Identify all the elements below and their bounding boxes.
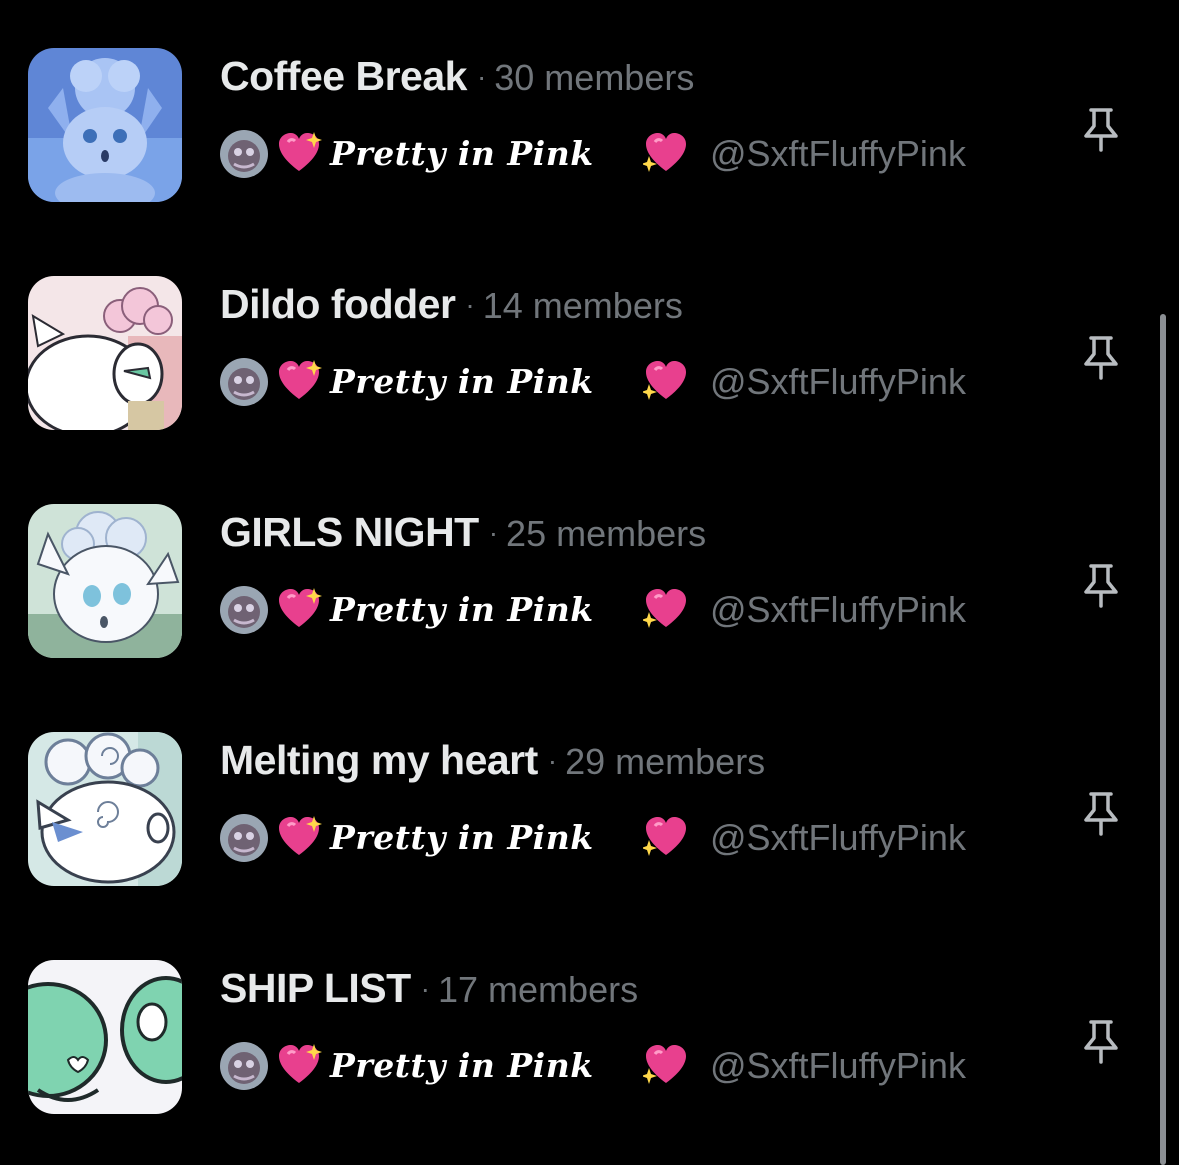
owner-handle: @SxftFluffyPink: [710, 1045, 966, 1086]
fluffy-pokemon-blue-photo-icon: [28, 48, 182, 202]
owner-handle: @SxftFluffyPink: [710, 817, 966, 858]
pin-icon[interactable]: [1080, 106, 1122, 152]
owner-display-name: Pretty in Pink: [330, 134, 594, 173]
sparkling-heart-icon: [279, 1044, 322, 1083]
owner-display-name: Pretty in Pink: [330, 590, 594, 629]
list-title-line: Dildo fodder · 14 members: [220, 280, 683, 338]
list-name: Melting my heart: [220, 737, 538, 783]
owner-avatar-icon: [220, 358, 268, 406]
member-count: 25 members: [506, 513, 707, 554]
sparkling-heart-icon: [643, 133, 686, 172]
list-name: SHIP LIST: [220, 965, 411, 1011]
owner-display-name: Pretty in Pink: [330, 1046, 594, 1085]
owner-handle: @SxftFluffyPink: [710, 589, 966, 630]
list-item-dildo-fodder[interactable]: Dildo fodder · 14 members Pretty in Pink @…: [0, 276, 1150, 446]
list-item-girls-night[interactable]: GIRLS NIGHT · 25 members Pretty in Pink @S…: [0, 504, 1150, 674]
fluffy-pokemon-pink-art-icon: [28, 276, 182, 430]
separator-dot: ·: [488, 517, 499, 548]
owner-avatar-icon: [220, 814, 268, 862]
list-title-line: SHIP LIST · 17 members: [220, 964, 638, 1022]
sparkling-heart-icon: [279, 816, 322, 855]
green-eyes-closeup-icon: [28, 960, 182, 1114]
list-title-line: Melting my heart · 29 members: [220, 736, 765, 794]
pin-icon[interactable]: [1080, 562, 1122, 608]
list-title-line: GIRLS NIGHT · 25 members: [220, 508, 706, 566]
member-count: 30 members: [494, 57, 695, 98]
owner-avatar-icon: [220, 130, 268, 178]
pin-icon[interactable]: [1080, 790, 1122, 836]
owner-display-name: Pretty in Pink: [330, 818, 594, 857]
sparkling-heart-icon: [643, 361, 686, 400]
list-item-coffee-break[interactable]: Coffee Break · 30 members Pretty in Pink @…: [0, 48, 1150, 218]
separator-dot: ·: [420, 973, 430, 1004]
separator-dot: ·: [547, 745, 558, 776]
lists-list: Coffee Break · 30 members Pretty in Pink @…: [0, 0, 1179, 1165]
owner-handle: @SxftFluffyPink: [710, 133, 966, 174]
owner-avatar-icon: [220, 1042, 268, 1090]
list-name: Dildo fodder: [220, 281, 456, 327]
member-count: 29 members: [565, 741, 766, 782]
list-item-melting-my-heart[interactable]: Melting my heart · 29 members Pretty in Pi…: [0, 732, 1150, 902]
fluffy-pokemon-white-art-icon: [28, 504, 182, 658]
sparkling-heart-icon: [279, 132, 322, 171]
separator-dot: ·: [465, 289, 475, 320]
list-name: Coffee Break: [220, 53, 467, 99]
fluffy-pokemon-sketch-icon: [28, 732, 182, 886]
sparkling-heart-icon: [643, 1045, 686, 1084]
list-name: GIRLS NIGHT: [220, 509, 479, 555]
sparkling-heart-icon: [643, 589, 686, 628]
pin-icon[interactable]: [1080, 334, 1122, 380]
owner-handle: @SxftFluffyPink: [710, 361, 966, 402]
owner-avatar-icon: [220, 586, 268, 634]
list-item-ship-list[interactable]: SHIP LIST · 17 members Pretty in Pink @Sxf…: [0, 960, 1150, 1130]
sparkling-heart-icon: [643, 817, 686, 856]
sparkling-heart-icon: [279, 588, 322, 627]
list-title-line: Coffee Break · 30 members: [220, 52, 694, 110]
pin-icon[interactable]: [1080, 1018, 1122, 1064]
owner-display-name: Pretty in Pink: [330, 362, 594, 401]
scrollbar[interactable]: [1160, 314, 1166, 1165]
member-count: 14 members: [482, 285, 683, 326]
sparkling-heart-icon: [279, 360, 322, 399]
separator-dot: ·: [476, 61, 487, 92]
member-count: 17 members: [438, 969, 639, 1010]
